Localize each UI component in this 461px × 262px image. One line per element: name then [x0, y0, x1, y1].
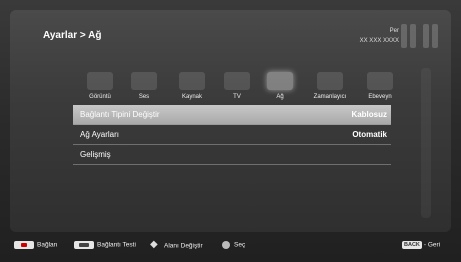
tab-label: Zamanlayıcı [313, 94, 347, 100]
breadcrumb: Ayarlar > Ağ [43, 30, 102, 41]
green-key-icon [74, 241, 94, 249]
hint-change-area: Alanı Değiştir [150, 240, 203, 251]
tab-label: Ses [138, 94, 150, 100]
hint-label: Bağlan [37, 241, 58, 249]
tab-label: Ebeveyn [368, 94, 392, 100]
red-key-icon [14, 241, 34, 249]
tv-icon [224, 72, 250, 90]
hint-select: Seç [222, 241, 245, 249]
network-icon [267, 72, 293, 90]
tab-network[interactable]: Ağ [258, 72, 302, 106]
clock-icon [401, 24, 439, 48]
sound-icon [131, 72, 157, 90]
scrollbar[interactable] [421, 68, 431, 218]
tab-tv[interactable]: TV [215, 72, 259, 106]
menu-item-connection-type[interactable]: Bağlantı Tipini Değiştir Kablosuz [73, 105, 391, 125]
picture-icon [87, 72, 113, 90]
date-label: XX XXX XXXX [359, 38, 399, 44]
timer-icon [317, 72, 343, 90]
parental-icon [367, 72, 393, 90]
tab-label: Ağ [276, 94, 284, 100]
menu-item-advanced[interactable]: Gelişmiş [73, 145, 391, 165]
menu-item-label: Bağlantı Tipini Değiştir [80, 110, 160, 119]
tab-label: Kaynak [181, 94, 202, 100]
back-key-icon: BACK [402, 241, 422, 249]
hint-label: Seç [234, 241, 246, 249]
navigation-arrows-icon [150, 240, 160, 251]
hint-back: BACK - Geri [402, 241, 440, 249]
tab-label: Görüntü [89, 94, 111, 100]
menu-item-label: Gelişmiş [80, 150, 111, 159]
source-icon [179, 72, 205, 90]
tab-parental[interactable]: Ebeveyn [358, 72, 402, 106]
tab-sound[interactable]: Ses [122, 72, 166, 106]
ok-button-icon [222, 241, 230, 249]
hint-label: Bağlantı Testi [97, 241, 136, 249]
tab-timer[interactable]: Zamanlayıcı [308, 72, 352, 106]
hint-label: - Geri [423, 241, 441, 249]
tv-screen: Ayarlar > Ağ Per XX XXX XXXX Görüntü Ses… [0, 0, 461, 262]
menu-item-value: Kablosuz [351, 110, 387, 119]
day-label: Per [389, 28, 399, 34]
menu-item-value: Otomatik [352, 130, 387, 139]
hint-label: Alanı Değiştir [164, 242, 203, 250]
category-tabs: Görüntü Ses Kaynak TV Ağ Zamanlayıcı Ebe… [78, 72, 408, 106]
hint-connect: Bağlan [14, 241, 57, 249]
menu-item-network-settings[interactable]: Ağ Ayarları Otomatik [73, 125, 391, 145]
menu-item-label: Ağ Ayarları [80, 130, 119, 139]
tab-label: TV [233, 94, 241, 100]
tab-source[interactable]: Kaynak [170, 72, 214, 106]
footer-hints: Bağlan Bağlantı Testi Alanı Değiştir Seç… [0, 236, 461, 256]
hint-connection-test: Bağlantı Testi [74, 241, 136, 249]
tab-picture[interactable]: Görüntü [78, 72, 122, 106]
network-menu: Bağlantı Tipini Değiştir Kablosuz Ağ Aya… [73, 105, 391, 165]
